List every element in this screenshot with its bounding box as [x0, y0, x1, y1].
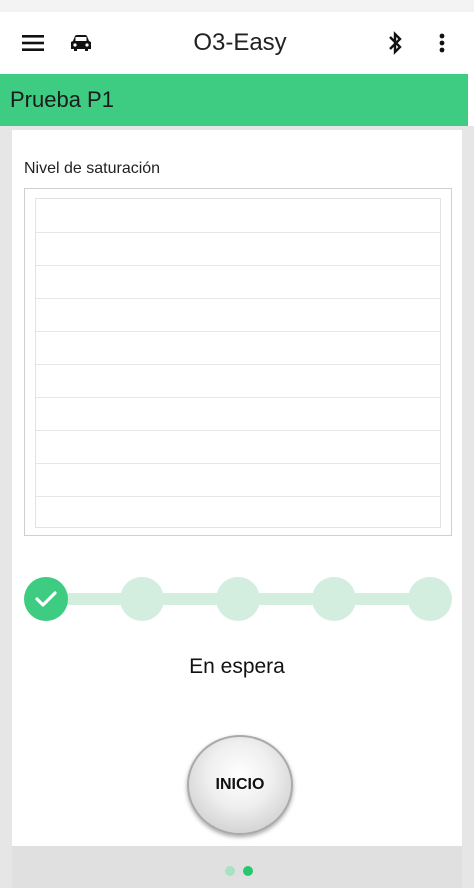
- progress-step-1: [24, 577, 68, 621]
- progress-step-4: [312, 577, 356, 621]
- start-button[interactable]: INICIO: [187, 735, 293, 835]
- section-header: Prueba P1: [0, 74, 468, 126]
- chart-gridline: [36, 496, 440, 497]
- menu-icon[interactable]: [18, 12, 48, 74]
- chart-gridline: [36, 364, 440, 365]
- chart-plot-area: [35, 198, 441, 528]
- progress-step-5: [408, 577, 452, 621]
- pager-bar: [12, 846, 462, 888]
- chart-gridline: [36, 298, 440, 299]
- chart-gridline: [36, 397, 440, 398]
- status-strip: [0, 0, 474, 12]
- progress-step-2: [120, 577, 164, 621]
- section-title: Prueba P1: [10, 87, 114, 112]
- chart-gridline: [36, 463, 440, 464]
- app-title: O3-Easy: [193, 29, 287, 56]
- app-bar: O3-Easy: [0, 12, 468, 74]
- check-icon: [35, 591, 57, 607]
- bluetooth-icon[interactable]: [380, 12, 410, 74]
- chart-gridline: [36, 265, 440, 266]
- page-indicator-2[interactable]: [243, 866, 253, 876]
- chart-gridline: [36, 331, 440, 332]
- progress-step-3: [216, 577, 260, 621]
- chart-label: Nivel de saturación: [24, 160, 161, 177]
- status-text: En espera: [189, 655, 285, 678]
- car-icon[interactable]: [66, 12, 96, 74]
- more-vert-icon[interactable]: [430, 12, 454, 74]
- chart-gridline: [36, 430, 440, 431]
- page-indicator-1[interactable]: [225, 866, 235, 876]
- chart-gridline: [36, 232, 440, 233]
